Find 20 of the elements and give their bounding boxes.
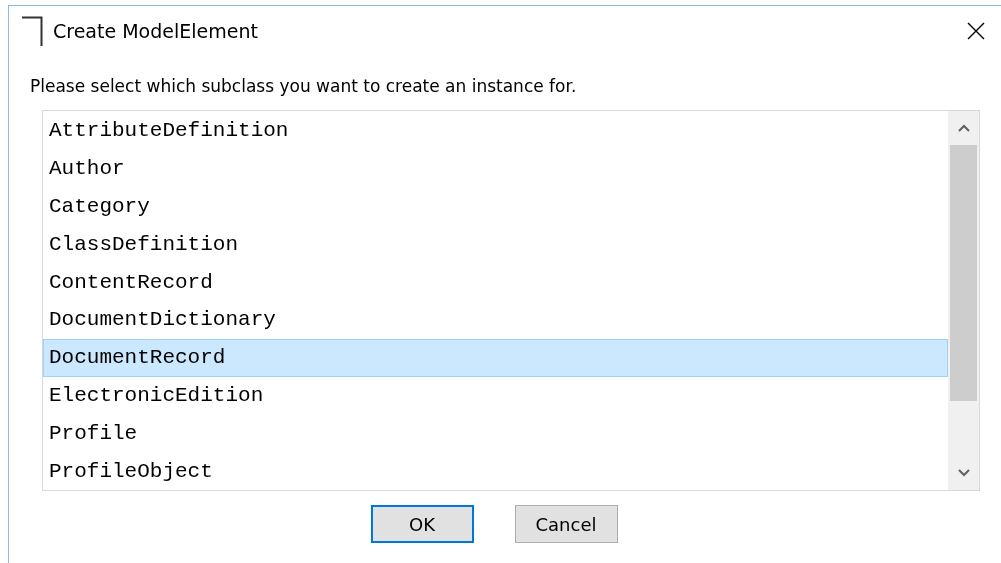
ok-button[interactable]: OK xyxy=(370,505,474,543)
list-item[interactable]: Profile xyxy=(43,414,948,453)
instruction-text: Please select which subclass you want to create an instance for. xyxy=(30,76,578,96)
list-item[interactable]: Author xyxy=(43,149,948,188)
list-item[interactable]: AttributeDefinition xyxy=(43,112,948,150)
list-item[interactable]: ProfileObject xyxy=(43,452,948,490)
scroll-up-icon[interactable] xyxy=(957,124,970,132)
window-icon xyxy=(21,16,43,46)
scrollbar-thumb[interactable] xyxy=(950,145,977,401)
list-item[interactable]: DocumentDictionary xyxy=(43,301,948,339)
scrollbar[interactable] xyxy=(948,111,979,490)
list-item[interactable]: Category xyxy=(43,187,948,226)
close-icon xyxy=(967,22,985,40)
list-item[interactable]: DocumentRecord xyxy=(43,338,948,377)
scroll-down-icon[interactable] xyxy=(957,469,970,477)
window-title: Create ModelElement xyxy=(53,20,258,42)
list-item[interactable]: ClassDefinition xyxy=(43,225,948,264)
list-item[interactable]: ElectronicEdition xyxy=(43,376,948,415)
cancel-button[interactable]: Cancel xyxy=(514,505,618,543)
list-item[interactable]: ContentRecord xyxy=(43,263,948,301)
